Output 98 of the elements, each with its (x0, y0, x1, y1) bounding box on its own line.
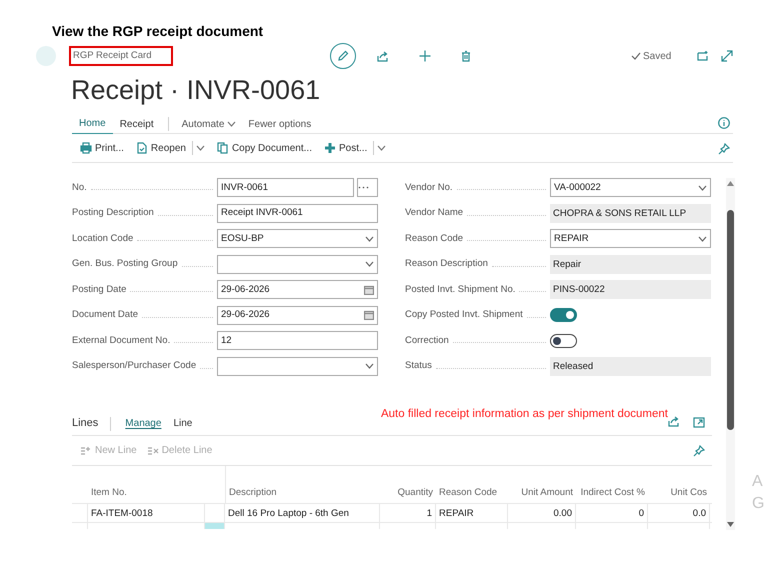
ellipsis-button[interactable] (357, 178, 378, 198)
breadcrumb[interactable]: RGP Receipt Card (69, 46, 173, 66)
table-cell: 0 (576, 504, 648, 522)
plus-icon (324, 142, 336, 154)
tab[interactable]: Line (167, 416, 198, 431)
field-label: No. (72, 180, 87, 195)
edit-button[interactable] (330, 43, 356, 69)
toggle-switch[interactable] (550, 334, 577, 348)
table-cell: 0.0 (648, 504, 710, 522)
input-field[interactable]: Receipt INVR-0061 (217, 204, 378, 223)
field-label: Gen. Bus. Posting Group (72, 257, 178, 272)
chevron-down-icon (377, 145, 386, 151)
field-label: External Document No. (72, 334, 170, 348)
menu-button[interactable]: Fewer options (242, 116, 318, 132)
dropdown-field[interactable]: REPAIR (550, 229, 711, 248)
chevron-down-icon (196, 145, 205, 151)
annotation-text: Auto filled receipt information as per shipment document (380, 407, 668, 422)
readonly-field: Repair (550, 254, 711, 274)
table-cell: FA-ITEM-0018 (88, 504, 205, 522)
delete-line-icon (146, 446, 159, 456)
plus-icon[interactable] (419, 50, 431, 62)
field-label: Vendor Name (405, 206, 464, 220)
field-label: Salesperson/Purchaser Code (72, 359, 196, 374)
action-button[interactable]: Copy Document... (216, 140, 312, 156)
field-label: Copy Posted Invt. Shipment (405, 308, 523, 322)
field-label: Location Code (72, 232, 134, 246)
action-button[interactable]: Reopen (136, 140, 205, 156)
action-button[interactable]: Print... (80, 140, 124, 156)
column-header[interactable]: Description (225, 466, 380, 503)
chevron-down-icon[interactable] (698, 184, 707, 191)
new-line-icon (80, 446, 92, 456)
readonly-field: PINS-00022 (550, 280, 711, 300)
share-icon[interactable] (668, 415, 680, 427)
table-cell: Dell 16 Pro Laptop - 6th Gen (225, 504, 380, 522)
pin-icon[interactable] (718, 143, 730, 155)
tab[interactable]: Manage (119, 416, 168, 431)
scroll-up-icon[interactable] (727, 181, 734, 186)
chevron-down-icon (227, 121, 236, 127)
field-label: Correction (405, 334, 449, 348)
table-cell: 1 (380, 504, 436, 522)
chevron-down-icon[interactable] (365, 261, 374, 268)
calendar-icon[interactable] (364, 284, 374, 295)
expand-icon[interactable] (721, 50, 734, 62)
chevron-down-icon[interactable] (365, 363, 374, 370)
section-title: Lines (72, 416, 98, 432)
dropdown-field[interactable] (217, 254, 378, 274)
trash-icon[interactable] (460, 50, 472, 62)
expand-panel-icon[interactable] (693, 416, 705, 428)
table-cell: REPAIR (436, 504, 508, 522)
pencil-icon[interactable] (337, 50, 349, 62)
scrollbar[interactable] (726, 178, 735, 530)
check-icon (631, 51, 641, 61)
page-title: Receipt · INVR-0061 (71, 74, 322, 106)
document-check-icon (136, 142, 148, 154)
tab[interactable]: Home (72, 114, 113, 134)
date-field[interactable]: 29-06-2026 (217, 280, 378, 300)
field-label: Reason Code (405, 232, 464, 246)
menu-button[interactable]: Automate (176, 116, 242, 132)
field-label: Reason Description (405, 257, 488, 272)
caption: View the RGP receipt document (51, 22, 264, 40)
table-cell: 0.00 (508, 504, 576, 522)
field-label: Posting Date (72, 282, 126, 297)
scroll-down-icon[interactable] (727, 522, 734, 527)
scrollbar-thumb[interactable] (727, 210, 734, 430)
copy-icon (216, 142, 229, 154)
column-header[interactable]: Reason Code (436, 486, 508, 500)
input-field[interactable]: INVR-0061 (217, 178, 354, 198)
selected-cell[interactable] (205, 523, 225, 529)
calendar-icon[interactable] (364, 310, 374, 320)
chevron-down-icon[interactable] (698, 236, 707, 242)
column-header[interactable]: Indirect Cost % (576, 486, 648, 500)
printer-icon (80, 142, 92, 154)
readonly-field: CHOPRA & SONS RETAIL LLP (550, 204, 711, 223)
field-label: Status (405, 359, 432, 374)
column-header[interactable]: Quantity (380, 486, 436, 500)
dropdown-field[interactable]: EOSU-BP (217, 229, 378, 248)
field-label: Document Date (72, 308, 138, 322)
column-header[interactable]: Unit Cos (648, 486, 710, 500)
new-window-icon[interactable] (697, 50, 710, 62)
input-field[interactable]: 12 (217, 331, 378, 350)
column-header[interactable]: Item No. (88, 486, 205, 500)
info-icon[interactable] (718, 117, 730, 129)
field-label: Posting Description (72, 206, 154, 220)
dropdown-field[interactable] (217, 356, 378, 376)
more-icon (358, 186, 369, 190)
readonly-field: Released (550, 356, 711, 376)
field-label: Posted Invt. Shipment No. (405, 282, 516, 297)
field-label: Vendor No. (405, 180, 453, 195)
dropdown-field[interactable]: VA-000022 (550, 178, 711, 198)
column-header[interactable]: Unit Amount (508, 486, 576, 500)
save-status: Saved (643, 50, 672, 64)
action-button[interactable]: Post... (324, 140, 386, 156)
pin-icon[interactable] (693, 445, 705, 457)
toggle-switch[interactable] (550, 308, 577, 322)
share-icon[interactable] (377, 50, 389, 62)
chevron-down-icon[interactable] (365, 236, 374, 242)
date-field[interactable]: 29-06-2026 (217, 306, 378, 325)
tab[interactable]: Receipt (112, 114, 161, 134)
